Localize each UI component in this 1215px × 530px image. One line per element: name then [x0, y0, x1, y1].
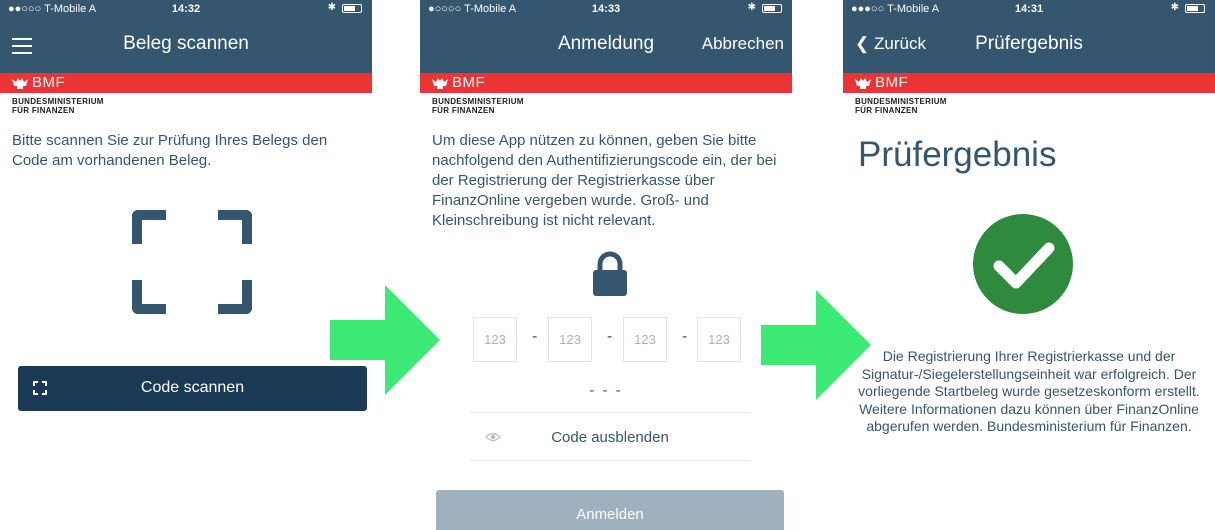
eagle-logo-icon — [432, 78, 448, 89]
ministry-name: BUNDESMINISTERIUM FÜR FINANZEN — [12, 97, 104, 115]
nav-bar: Anmeldung Abbrechen — [420, 18, 792, 73]
bluetooth-icon: ✱ — [1170, 2, 1179, 13]
arrow-right-icon — [761, 290, 871, 400]
ministry-name: BUNDESMINISTERIUM FÜR FINANZEN — [432, 97, 524, 115]
battery-icon — [342, 4, 362, 13]
bmf-logo-text: BMF — [32, 74, 66, 91]
status-bar: ●○○○○ T-Mobile A 14:33 ✱ — [420, 0, 792, 18]
bmf-logo-text: BMF — [875, 74, 909, 91]
bmf-logo-text: BMF — [452, 74, 486, 91]
code-field-2[interactable]: 123 — [548, 317, 592, 362]
lock-icon — [593, 251, 627, 296]
scan-instruction: Bitte scannen Sie zur Prüfung Ihres Bele… — [12, 132, 328, 169]
scan-code-button[interactable]: Code scannen — [18, 366, 367, 411]
code-field-4[interactable]: 123 — [697, 317, 741, 362]
arrow-right-icon — [330, 285, 440, 395]
code-separator: - — [607, 328, 613, 345]
result-text: Die Registrierung Ihrer Registrierkasse … — [858, 348, 1200, 434]
result-heading: Prüfergebnis — [858, 135, 1057, 174]
nav-title: Prüfergebnis — [975, 33, 1083, 54]
nav-bar: ❮ Zurück Prüfergebnis — [843, 18, 1215, 73]
bmf-banner: BMF — [420, 73, 792, 93]
nav-title: Beleg scannen — [123, 33, 249, 54]
ministry-name: BUNDESMINISTERIUM FÜR FINANZEN — [855, 97, 947, 115]
result-screen: ●●●○○ T-Mobile A 14:31 ✱ ❮ Zurück Prüfer… — [843, 0, 1215, 530]
bmf-banner: BMF — [0, 73, 372, 93]
login-screen: ●○○○○ T-Mobile A 14:33 ✱ Anmeldung Abbre… — [420, 0, 792, 530]
hide-code-label: Code ausblenden — [551, 429, 669, 446]
login-instruction: Um diese App nützen zu können, geben Sie… — [432, 132, 777, 229]
status-time: 14:31 — [1014, 3, 1044, 15]
code-separator: - — [682, 328, 688, 345]
bmf-banner: BMF — [843, 73, 1215, 93]
code-field-1[interactable]: 123 — [473, 317, 517, 362]
code-field-3[interactable]: 123 — [623, 317, 667, 362]
cancel-button[interactable]: Abbrechen — [702, 34, 784, 54]
code-separator: - — [532, 328, 538, 345]
scan-screen: ●●○○○ T-Mobile A 14:32 ✱ Beleg scannen B… — [0, 0, 372, 530]
bluetooth-icon: ✱ — [747, 2, 756, 13]
status-time: 14:33 — [591, 3, 621, 15]
bluetooth-icon: ✱ — [327, 2, 336, 13]
eagle-logo-icon — [12, 78, 28, 89]
check-icon — [973, 214, 1073, 314]
scan-code-label: Code scannen — [140, 379, 245, 396]
login-label: Anmelden — [576, 506, 644, 523]
divider — [470, 412, 750, 413]
divider — [470, 460, 750, 461]
status-bar: ●●○○○ T-Mobile A 14:32 ✱ — [0, 0, 372, 18]
battery-icon — [1185, 4, 1205, 13]
nav-bar: Beleg scannen — [0, 18, 372, 73]
battery-icon — [762, 4, 782, 13]
status-time: 14:32 — [171, 3, 201, 15]
hide-code-toggle[interactable]: Code ausblenden — [470, 414, 750, 460]
login-button[interactable]: Anmelden — [436, 490, 784, 530]
eagle-logo-icon — [855, 78, 871, 89]
status-bar: ●●●○○ T-Mobile A 14:31 ✱ — [843, 0, 1215, 18]
code-preview: - - - — [589, 382, 623, 399]
